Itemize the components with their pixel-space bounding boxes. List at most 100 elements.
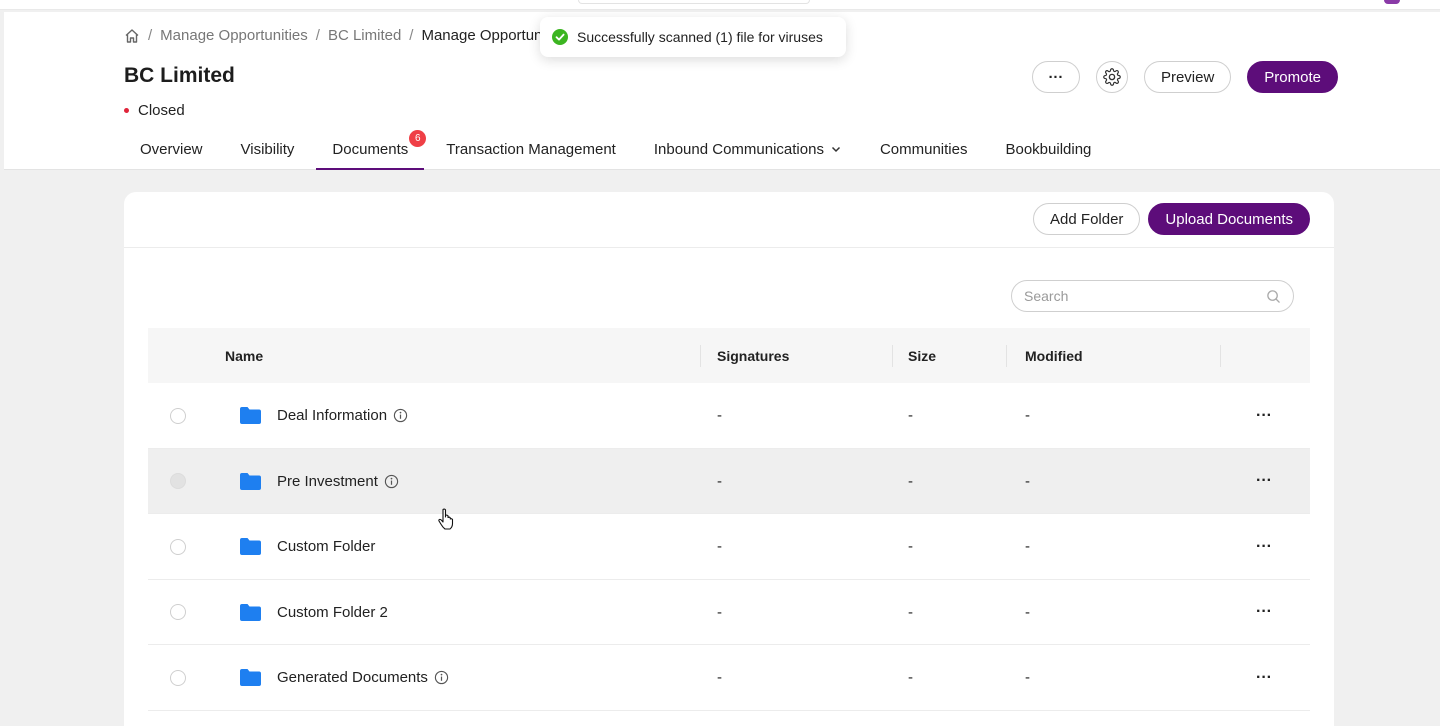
folder-icon [240,407,261,424]
tab-label: Bookbuilding [1005,141,1092,158]
documents-toolbar: Add Folder Upload Documents [124,192,1334,248]
promote-button[interactable]: Promote [1247,61,1338,93]
folder-name[interactable]: Custom Folder [277,538,375,555]
breadcrumb: / Manage Opportunities / BC Limited / Ma… [124,27,546,44]
row-select-radio[interactable] [170,669,186,686]
tab-inbound-communications[interactable]: Inbound Communications [638,134,858,170]
header-actions: ··· Preview Promote [1031,61,1338,93]
success-toast: Successfully scanned (1) file for viruse… [540,17,846,57]
chevron-down-icon [831,146,840,153]
modified-cell: - [1025,407,1030,424]
breadcrumb-separator: / [315,27,320,44]
signatures-cell: - [717,407,722,424]
row-more-button[interactable]: ··· [1256,580,1272,645]
size-cell: - [908,472,913,490]
breadcrumb-manage-opportunities[interactable]: Manage Opportunities [160,27,308,44]
toast-stack-edge [578,0,810,4]
info-icon[interactable] [434,670,449,685]
info-icon[interactable] [384,474,399,489]
row-more-button[interactable]: ··· [1256,383,1272,448]
modified-cell: - [1025,538,1030,555]
column-divider [892,345,893,367]
breadcrumb-separator: / [148,27,153,44]
documents-count-badge: 6 [409,130,427,147]
row-select-radio[interactable] [170,473,186,489]
gear-icon [1103,68,1121,86]
tab-label: Overview [140,141,203,158]
row-more-button[interactable]: ··· [1256,645,1272,710]
table-row[interactable]: Generated Documents - - - ··· [148,645,1310,711]
breadcrumb-bc-limited[interactable]: BC Limited [328,27,401,44]
search-input[interactable] [1024,288,1266,304]
table-row[interactable]: Deal Information - - - ··· [148,383,1310,449]
column-header-signatures[interactable]: Signatures [717,328,789,383]
table-row[interactable]: Pre Investment - - - ··· [148,448,1310,514]
folder-icon [240,669,261,686]
info-icon[interactable] [393,408,408,423]
toast-message: Successfully scanned (1) file for viruse… [577,29,823,45]
tab-communities[interactable]: Communities [864,134,984,170]
modified-cell: - [1025,603,1030,621]
more-options-button[interactable]: ··· [1031,61,1080,93]
tab-documents[interactable]: Documents 6 [316,130,427,170]
breadcrumb-separator: / [409,27,414,44]
size-cell: - [908,669,913,686]
home-icon[interactable] [124,28,140,44]
tab-label: Communities [879,141,968,158]
folder-name[interactable]: Deal Information [277,407,387,424]
tab-label: Documents [332,141,409,158]
search-box [1011,280,1294,312]
folder-icon [240,538,261,555]
signatures-cell: - [717,603,722,621]
row-select-radio[interactable] [170,538,186,555]
size-cell: - [908,603,913,621]
size-cell: - [908,538,913,555]
tab-overview[interactable]: Overview [124,134,219,170]
signatures-cell: - [717,538,722,555]
tab-label: Transaction Management [446,141,616,158]
row-select-radio[interactable] [170,604,186,620]
status-label: Closed [138,102,185,119]
signatures-cell: - [717,669,722,686]
column-header-modified[interactable]: Modified [1025,328,1083,383]
status-badge: Closed [124,102,185,119]
table-row[interactable]: Custom Folder 2 - - - ··· [148,580,1310,645]
more-icon: ··· [1048,68,1064,86]
check-circle-icon [552,29,568,45]
modified-cell: - [1025,472,1030,490]
folder-icon [240,603,261,621]
page-title: BC Limited [124,64,235,87]
preview-button[interactable]: Preview [1143,61,1232,93]
folder-name[interactable]: Pre Investment [277,473,378,490]
user-menu-edge[interactable] [1384,0,1400,4]
tab-label: Visibility [240,141,295,158]
breadcrumb-current: Manage Opportuni [421,27,546,44]
column-divider [700,345,701,367]
folder-name[interactable]: Custom Folder 2 [277,604,388,621]
column-header-name[interactable]: Name [225,328,263,383]
column-divider [1006,345,1007,367]
add-folder-button[interactable]: Add Folder [1033,203,1141,235]
tab-bar: Overview Visibility Documents 6 Transact… [124,130,1113,170]
column-divider [1220,345,1221,367]
tab-label: Inbound Communications [653,141,824,158]
table-row[interactable]: Custom Folder - - - ··· [148,514,1310,580]
signatures-cell: - [717,472,722,490]
size-cell: - [908,407,913,424]
settings-button[interactable] [1095,61,1128,93]
tab-bookbuilding[interactable]: Bookbuilding [989,134,1107,170]
table-header: Name Signatures Size Modified [148,328,1310,383]
tab-visibility[interactable]: Visibility [225,134,311,170]
row-more-button[interactable]: ··· [1256,449,1272,514]
hand-cursor-icon [438,508,454,530]
upload-documents-button[interactable]: Upload Documents [1148,203,1310,235]
row-more-button[interactable]: ··· [1256,514,1272,579]
search-icon[interactable] [1266,289,1281,304]
documents-panel: Add Folder Upload Documents Name Signatu… [124,192,1334,726]
modified-cell: - [1025,669,1030,686]
row-select-radio[interactable] [170,407,186,424]
tab-transaction-management[interactable]: Transaction Management [430,134,632,170]
documents-table: Name Signatures Size Modified Deal Infor… [148,328,1310,711]
column-header-size[interactable]: Size [908,328,936,383]
folder-name[interactable]: Generated Documents [277,669,428,686]
